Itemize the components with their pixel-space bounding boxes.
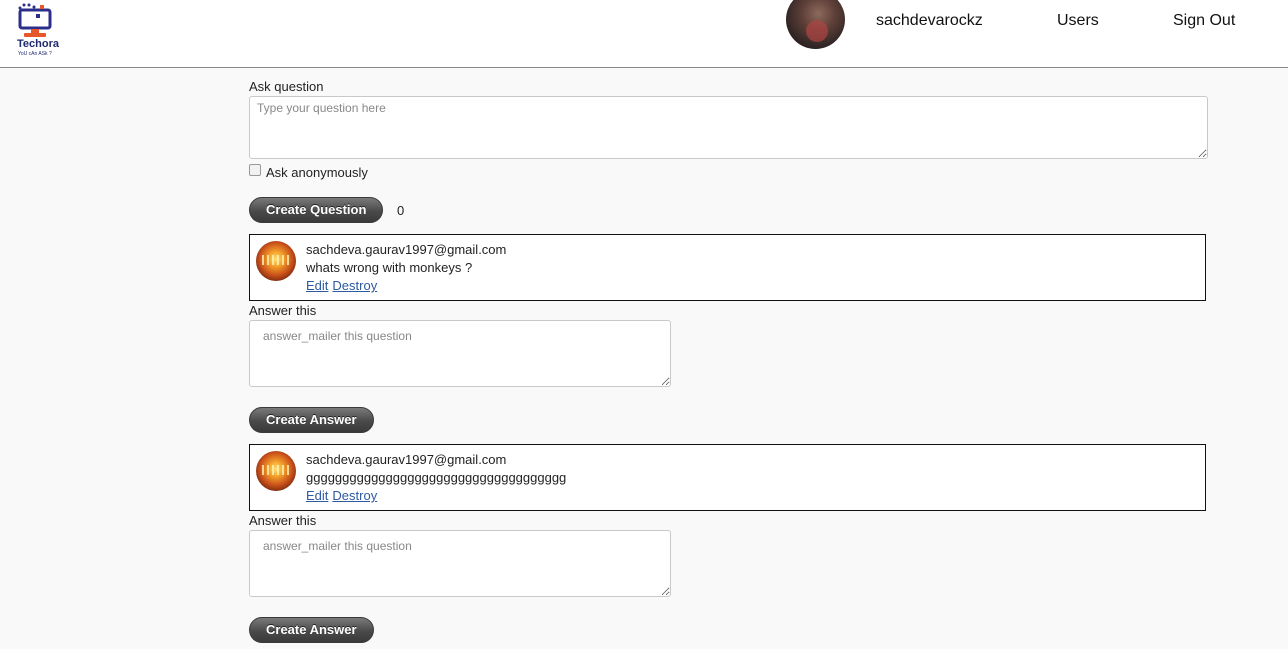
create-question-button[interactable]: Create Question: [249, 197, 384, 223]
users-link[interactable]: Users: [1057, 12, 1099, 30]
destroy-link[interactable]: Destroy: [332, 278, 377, 293]
question-count: 0: [397, 203, 405, 218]
answer-label: Answer this: [249, 303, 317, 318]
question-author-avatar: [256, 451, 296, 491]
question-author-email: sachdeva.gaurav1997@gmail.com: [306, 452, 507, 467]
question-text: gggggggggggggggggggggggggggggggggggg: [306, 470, 567, 485]
username-link[interactable]: sachdevarockz: [876, 12, 983, 30]
question-card: sachdeva.gaurav1997@gmail.com whats wron…: [249, 234, 1206, 301]
create-answer-button[interactable]: Create Answer: [249, 407, 374, 433]
logo-tagline: YoU cAn ASk ?: [18, 51, 52, 57]
create-answer-button[interactable]: Create Answer: [249, 617, 374, 643]
question-author-avatar: [256, 241, 296, 281]
answer-label: Answer this: [249, 513, 317, 528]
destroy-link[interactable]: Destroy: [332, 488, 377, 503]
ask-question-label: Ask question: [249, 79, 324, 94]
sign-out-link[interactable]: Sign Out: [1173, 12, 1235, 30]
answer-input[interactable]: [249, 320, 671, 387]
top-navbar: Techora YoU cAn ASk ? sachdevarockz User…: [0, 0, 1288, 68]
question-card: sachdeva.gaurav1997@gmail.com gggggggggg…: [249, 444, 1206, 511]
ask-anonymously-label: Ask anonymously: [266, 165, 368, 180]
question-actions: Edit Destroy: [306, 488, 381, 503]
question-input[interactable]: [249, 96, 1208, 159]
edit-link[interactable]: Edit: [306, 278, 328, 293]
question-actions: Edit Destroy: [306, 278, 381, 293]
ask-anonymously-checkbox[interactable]: [249, 164, 261, 176]
edit-link[interactable]: Edit: [306, 488, 328, 503]
question-author-email: sachdeva.gaurav1997@gmail.com: [306, 242, 507, 257]
techora-logo[interactable]: Techora YoU cAn ASk ?: [14, 2, 74, 60]
logo-text: Techora: [17, 38, 59, 50]
question-text: whats wrong with monkeys ?: [306, 260, 473, 275]
user-avatar[interactable]: [786, 0, 845, 49]
monitor-logo-icon: [18, 3, 52, 37]
answer-input[interactable]: [249, 530, 671, 597]
